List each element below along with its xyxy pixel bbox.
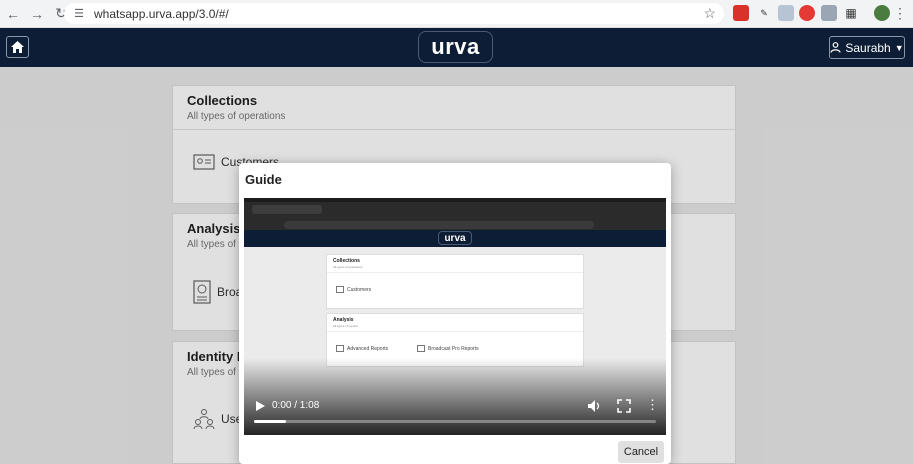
urva-logo: urva	[418, 31, 493, 63]
fullscreen-icon[interactable]	[617, 399, 631, 413]
url-text: whatsapp.urva.app/3.0/#/	[94, 6, 229, 21]
guide-modal: Guide urva Collections All types of oper…	[239, 163, 671, 464]
user-name: Saurabh	[845, 40, 891, 55]
play-icon[interactable]	[254, 400, 266, 412]
extension-circle-icon[interactable]	[778, 5, 794, 21]
home-button[interactable]	[6, 36, 29, 58]
back-icon[interactable]: ←	[2, 3, 24, 25]
guide-video[interactable]: urva Collections All types of operations…	[244, 198, 666, 435]
video-collections-card: Collections All types of operations Cust…	[326, 254, 584, 309]
video-card-subtitle: All types of reports	[327, 323, 583, 332]
profile-avatar-icon[interactable]	[874, 5, 890, 21]
app-header: urva Saurabh ▼	[0, 28, 913, 67]
volume-icon[interactable]	[587, 399, 601, 413]
extension-badge-icon[interactable]	[821, 5, 837, 21]
video-broadcast-reports-item: Broadcast Pro Reports	[417, 345, 479, 352]
bookmark-star-icon[interactable]: ☆	[703, 5, 716, 22]
video-controls: 0:00 / 1:08 ⋮	[244, 396, 666, 416]
video-progress-fill	[254, 420, 287, 423]
more-options-icon[interactable]: ⋮	[646, 398, 659, 411]
video-progress-bar[interactable]	[254, 420, 656, 423]
video-customers-item: Customers	[336, 286, 371, 293]
chevron-down-icon: ▼	[894, 42, 904, 53]
user-menu-button[interactable]: Saurabh ▼	[829, 36, 905, 59]
video-item-label: Advanced Reports	[347, 345, 389, 352]
video-item-label: Broadcast Pro Reports	[428, 345, 479, 352]
report-icon	[417, 345, 425, 352]
extension-new-icon[interactable]	[733, 5, 749, 21]
video-logo: urva	[438, 231, 472, 245]
extensions-puzzle-icon[interactable]: ▦	[843, 5, 859, 21]
video-app-header: urva	[244, 230, 666, 247]
cancel-button[interactable]: Cancel	[618, 441, 664, 463]
browser-toolbar: ← → ↻ ☰ whatsapp.urva.app/3.0/#/ ☆ ✎ ▦ ⋮	[0, 0, 913, 28]
home-icon	[11, 41, 24, 53]
video-card-title: Analysis	[333, 317, 354, 323]
id-card-icon	[336, 286, 344, 293]
user-icon	[830, 42, 841, 53]
video-advanced-reports-item: Advanced Reports	[336, 345, 388, 352]
forward-icon[interactable]: →	[26, 3, 48, 25]
video-card-title: Collections	[333, 258, 360, 264]
site-settings-icon[interactable]: ☰	[72, 7, 86, 21]
browser-menu-icon[interactable]: ⋮	[893, 5, 907, 22]
video-item-label: Customers	[347, 286, 372, 293]
video-time: 0:00 / 1:08	[272, 400, 320, 411]
extension-opera-icon[interactable]	[799, 5, 815, 21]
video-card-subtitle: All types of operations	[327, 264, 583, 273]
extension-pen-icon[interactable]: ✎	[756, 5, 772, 21]
video-browser-chrome	[244, 202, 666, 230]
report-icon	[336, 345, 344, 352]
modal-title: Guide	[245, 172, 282, 187]
address-bar[interactable]: ☰ whatsapp.urva.app/3.0/#/ ☆	[64, 3, 724, 24]
